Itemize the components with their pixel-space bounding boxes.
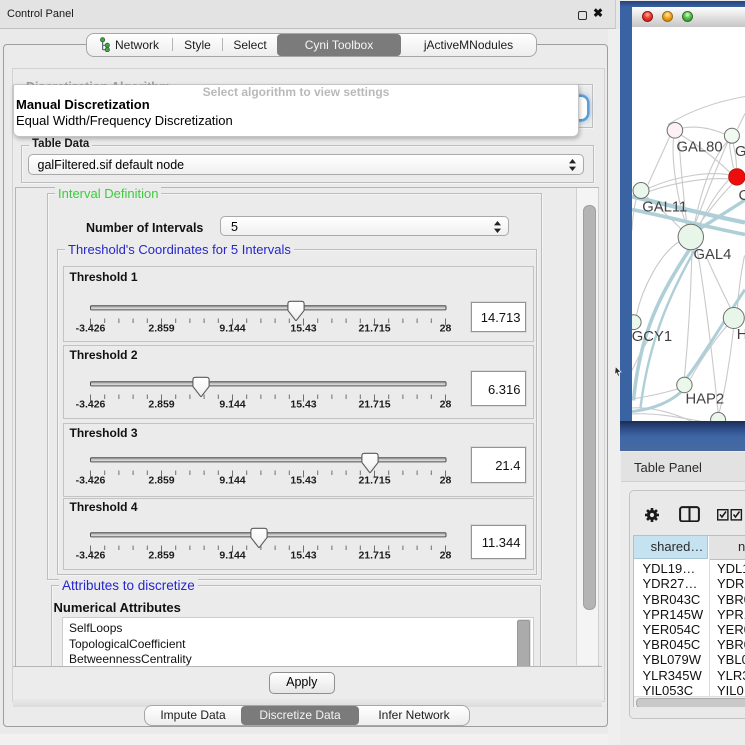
svg-text:9.144: 9.144 [219,323,245,335]
svg-text:21.715: 21.715 [358,323,390,335]
svg-text:15.43: 15.43 [290,475,316,487]
svg-text:9.144: 9.144 [219,398,245,410]
svg-text:HAP2: HAP2 [686,391,725,407]
svg-text:21.715: 21.715 [358,549,390,561]
svg-text:21.715: 21.715 [358,475,390,487]
svg-text:28: 28 [440,475,452,487]
svg-text:H: H [737,327,745,343]
svg-text:9.144: 9.144 [219,475,245,487]
svg-text:21.715: 21.715 [358,398,390,410]
svg-text:GAL80: GAL80 [677,139,723,155]
svg-text:2.859: 2.859 [148,475,174,487]
svg-text:2.859: 2.859 [148,398,174,410]
svg-text:15.43: 15.43 [290,398,316,410]
svg-text:-3.426: -3.426 [76,398,106,410]
svg-text:2.859: 2.859 [148,549,174,561]
svg-text:-3.426: -3.426 [76,475,106,487]
svg-text:GCY1: GCY1 [632,329,672,345]
svg-text:28: 28 [440,549,452,561]
svg-text:28: 28 [440,398,452,410]
svg-text:GAL4: GAL4 [694,247,732,263]
svg-text:9.144: 9.144 [219,549,245,561]
svg-text:-3.426: -3.426 [76,323,106,335]
svg-text:15.43: 15.43 [290,549,316,561]
svg-text:GA: GA [735,144,745,160]
svg-text:2.859: 2.859 [148,323,174,335]
svg-text:28: 28 [440,323,452,335]
svg-text:GAL11: GAL11 [642,199,687,215]
svg-text:C: C [739,188,745,204]
svg-text:15.43: 15.43 [290,323,316,335]
svg-text:-3.426: -3.426 [76,549,106,561]
